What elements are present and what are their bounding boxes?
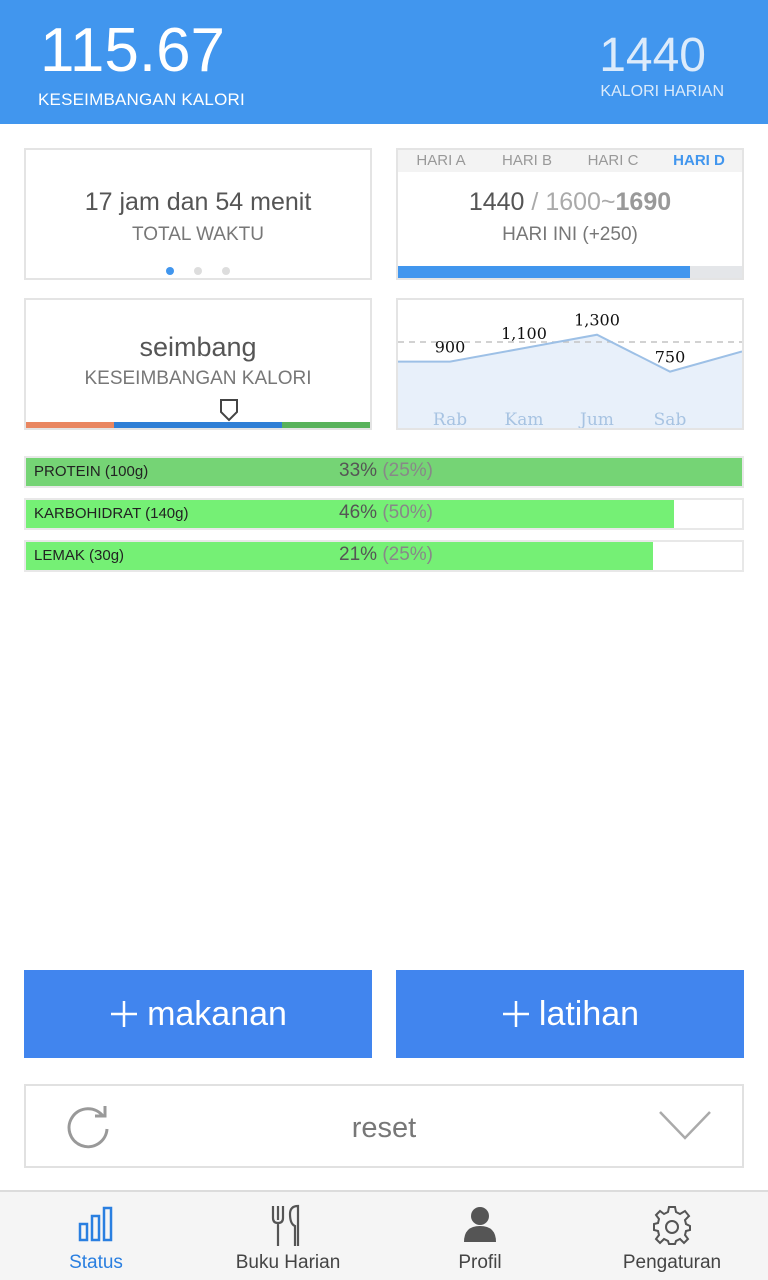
bar-chart-icon: [78, 1206, 113, 1242]
macro-target: (25%): [382, 544, 433, 565]
macro-actual: 21%: [339, 544, 378, 565]
nav-label: Profil: [458, 1252, 502, 1273]
chart-value-label: 1,300: [574, 311, 620, 330]
total-time-card[interactable]: 17 jam dan 54 menit TOTAL WAKTU: [24, 148, 372, 280]
gear-icon: [653, 1206, 691, 1245]
page-dot: [166, 267, 174, 275]
page-indicator: [26, 262, 370, 278]
balance-scale-bar: [26, 422, 370, 428]
daily-calorie-value: 1440: [599, 29, 706, 82]
tab-hari-d[interactable]: HARI D: [656, 150, 742, 172]
tab-hari-b[interactable]: HARI B: [484, 150, 570, 172]
scale-balanced-segment: [114, 422, 282, 428]
tab-hari-a[interactable]: HARI A: [398, 150, 484, 172]
chart-value-label: 900: [435, 338, 466, 357]
weekly-calorie-chart: 900 Rab 1,100 Kam 1,300 Jum 750 Sab: [398, 311, 742, 428]
chart-category-label: Jum: [578, 410, 614, 428]
macro-actual: 46%: [339, 502, 378, 523]
page-dot: [194, 267, 202, 275]
day-calorie-range: 1440 / 1600~1690: [398, 188, 742, 217]
calorie-balance-value: 115.67: [40, 16, 226, 85]
range-high: 1690: [615, 188, 672, 216]
fork-knife-icon: [271, 1204, 300, 1246]
chart-category-label: Kam: [505, 410, 544, 428]
day-calorie-value: 1440: [468, 188, 525, 216]
chart-value-label: 1,100: [501, 324, 547, 343]
header: 115.67 KESEIMBANGAN KALORI 1440 KALORI H…: [0, 0, 768, 124]
balance-marker-icon: [220, 399, 238, 422]
macro-bar-fat: LEMAK (30g) 21% (25%): [24, 540, 744, 572]
range-separator: /: [524, 188, 546, 216]
plus-icon: [109, 999, 139, 1029]
day-progress-bar: [398, 266, 742, 278]
macro-bar-carbohydrate: KARBOHIDRAT (140g) 46% (50%): [24, 498, 744, 530]
reset-bar: reset: [24, 1084, 744, 1168]
reset-button[interactable]: reset: [26, 1112, 742, 1145]
nav-item-profile[interactable]: Profil: [384, 1192, 576, 1280]
nav-item-settings[interactable]: Pengaturan: [576, 1192, 768, 1280]
user-icon: [464, 1207, 496, 1242]
macro-target: (50%): [382, 502, 433, 523]
macro-percent: 21% (25%): [26, 544, 746, 566]
add-exercise-button[interactable]: latihan: [396, 970, 744, 1058]
day-progress-fill: [398, 266, 691, 278]
page-dot: [222, 267, 230, 275]
add-exercise-label: latihan: [538, 994, 640, 1033]
chart-category-label: Rab: [433, 410, 467, 428]
macro-bar-protein: PROTEIN (100g) 33% (25%): [24, 456, 744, 488]
nav-label: Buku Harian: [235, 1252, 341, 1273]
add-food-label: makanan: [147, 994, 287, 1033]
nav-item-diary[interactable]: Buku Harian: [192, 1192, 384, 1280]
nav-item-status[interactable]: Status: [0, 1192, 192, 1280]
macro-percent: 46% (50%): [26, 502, 746, 524]
total-time-value: 17 jam dan 54 menit: [84, 188, 312, 216]
total-time-label: TOTAL WAKTU: [132, 224, 264, 245]
chevron-down-icon[interactable]: [658, 1108, 712, 1142]
bottom-navigation: Status Buku Harian Profil Pengaturan: [0, 1190, 768, 1280]
macro-actual: 33%: [339, 460, 378, 481]
calorie-balance-label: KESEIMBANGAN KALORI: [38, 90, 245, 109]
scale-surplus-segment: [282, 422, 370, 428]
chart-category-label: Sab: [654, 410, 687, 428]
balance-status-value: seimbang: [139, 332, 257, 362]
tab-hari-c[interactable]: HARI C: [570, 150, 656, 172]
plus-icon: [501, 999, 531, 1029]
today-label: HARI INI (+250): [502, 224, 638, 245]
nav-label: Status: [69, 1252, 123, 1273]
balance-status-card: seimbang KESEIMBANGAN KALORI: [24, 298, 372, 430]
day-target-card: HARI A HARI B HARI C HARI D 1440 / 1600~…: [396, 148, 744, 280]
balance-status-label: KESEIMBANGAN KALORI: [84, 368, 312, 389]
add-food-button[interactable]: makanan: [24, 970, 372, 1058]
chart-value-label: 750: [655, 348, 686, 367]
macro-target: (25%): [382, 460, 433, 481]
day-tabs: HARI A HARI B HARI C HARI D: [398, 150, 742, 172]
scale-deficit-segment: [26, 422, 114, 428]
nav-label: Pengaturan: [622, 1252, 722, 1273]
range-low: 1600~: [545, 188, 616, 216]
daily-calorie-label: KALORI HARIAN: [600, 83, 724, 100]
macro-percent: 33% (25%): [26, 460, 746, 482]
weekly-chart-card: 900 Rab 1,100 Kam 1,300 Jum 750 Sab: [396, 298, 744, 430]
